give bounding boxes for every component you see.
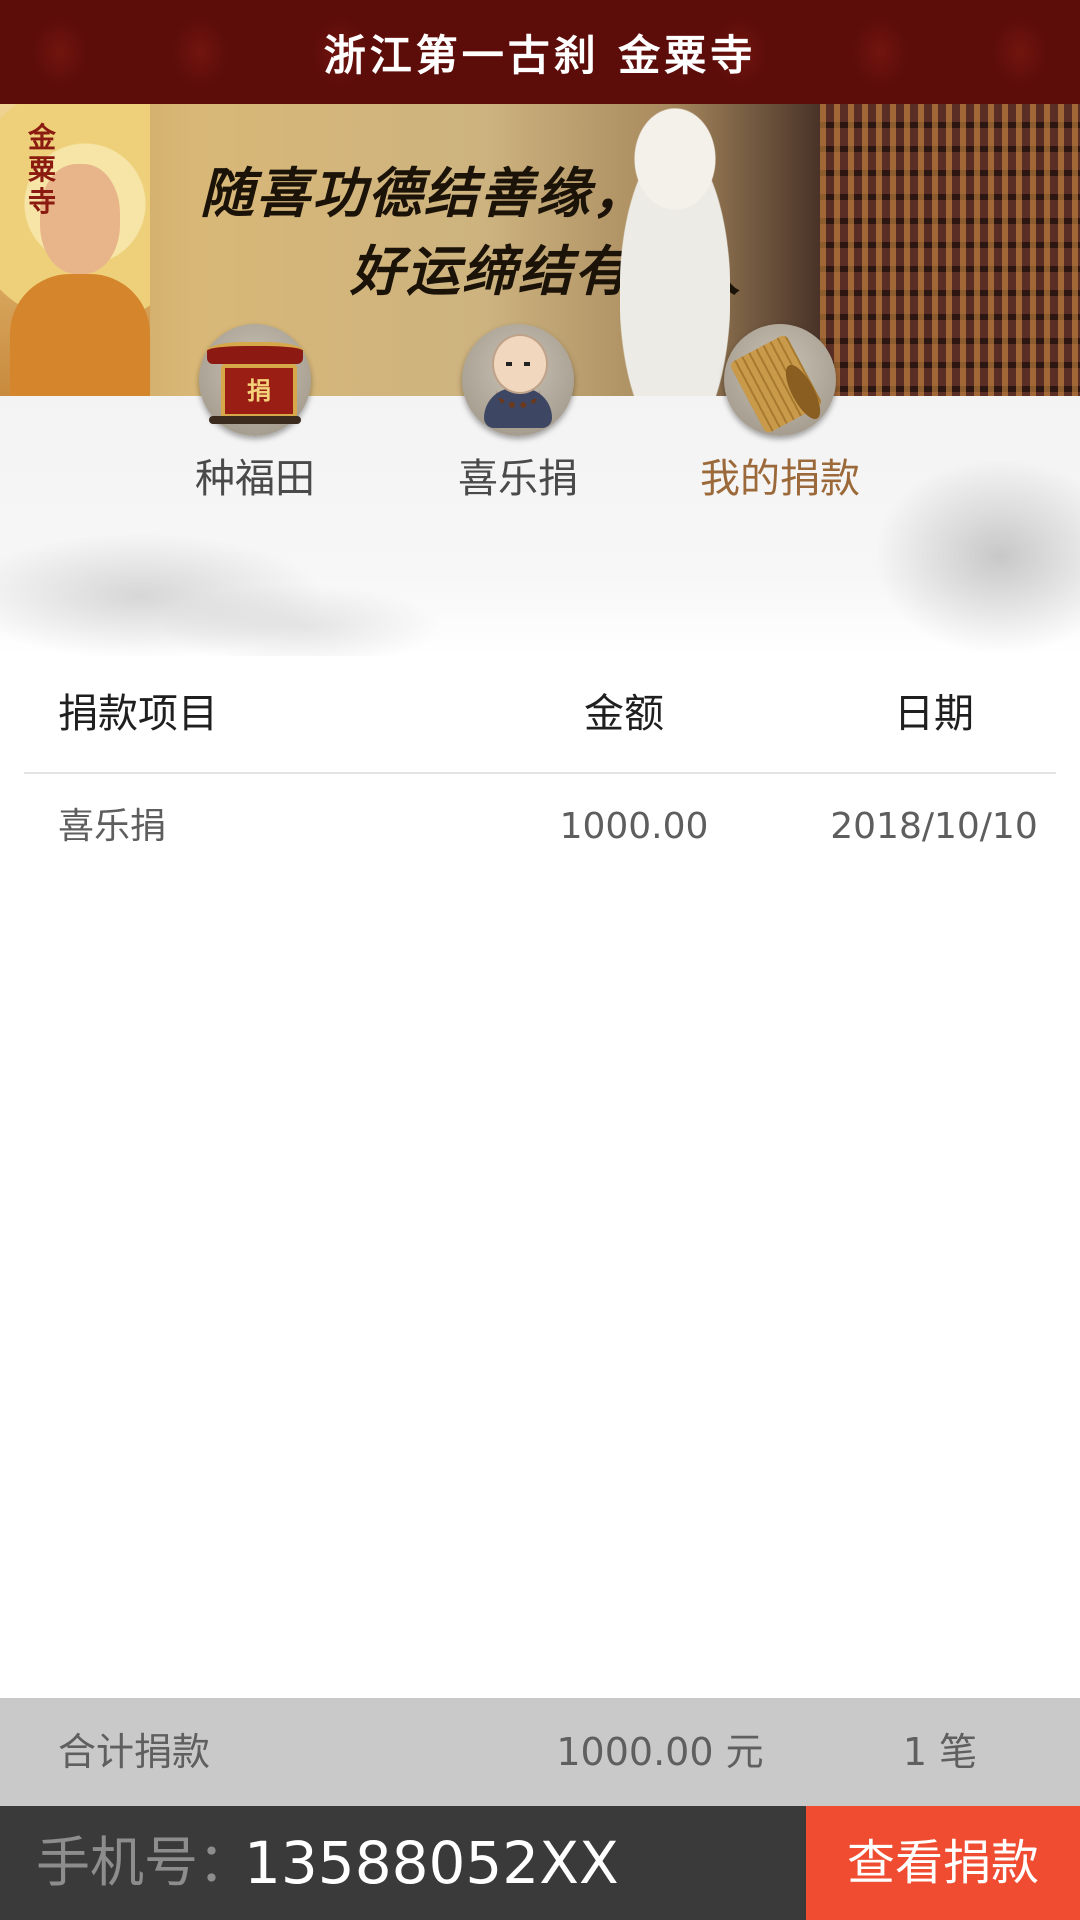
donation-amount: 1000.00 bbox=[559, 806, 709, 847]
app-header: 浙江第一古刹 金粟寺 bbox=[0, 0, 1080, 104]
summary-bar: 合计捐款 1000.00 元 1 笔 bbox=[0, 1698, 1080, 1806]
temple-logo: 金粟寺 bbox=[28, 121, 57, 218]
tab-label: 喜乐捐 bbox=[458, 456, 578, 502]
donation-item: 喜乐捐 bbox=[58, 806, 167, 847]
buddha-image: 金粟寺 bbox=[0, 104, 150, 396]
phone-label: 手机号： bbox=[36, 1831, 252, 1894]
tab-label: 种福田 bbox=[195, 456, 315, 502]
table-row: 喜乐捐 1000.00 2018/10/10 bbox=[24, 774, 1056, 890]
column-header-date: 日期 bbox=[894, 691, 974, 737]
donation-date: 2018/10/10 bbox=[830, 806, 1038, 847]
tab-zhongfutian[interactable]: 捐 种福田 bbox=[155, 324, 355, 504]
column-header-amount: 金额 bbox=[584, 691, 664, 737]
table-header-row: 捐款项目 金额 日期 bbox=[24, 656, 1056, 774]
summary-count: 1 笔 bbox=[902, 1730, 978, 1774]
monk-icon bbox=[462, 324, 574, 436]
footer-bar: 手机号： 13588052XX 查看捐款 bbox=[0, 1806, 1080, 1920]
tab-xilejuan[interactable]: 喜乐捐 bbox=[418, 324, 618, 504]
page-title: 浙江第一古刹 金粟寺 bbox=[323, 30, 757, 80]
tab-my-donations[interactable]: 我的捐款 bbox=[680, 324, 880, 504]
donations-table: 捐款项目 金额 日期 喜乐捐 1000.00 2018/10/10 bbox=[0, 656, 1080, 890]
summary-amount: 1000.00 元 bbox=[556, 1730, 764, 1774]
summary-label: 合计捐款 bbox=[58, 1730, 211, 1774]
tab-bar: 捐 种福田 喜乐捐 我的捐款 bbox=[0, 324, 1080, 656]
motto-line-1: 随喜功德结善缘， bbox=[200, 161, 648, 225]
column-header-item: 捐款项目 bbox=[58, 691, 218, 737]
scroll-icon bbox=[724, 324, 836, 436]
shrine-donation-icon: 捐 bbox=[199, 324, 311, 436]
tab-label: 我的捐款 bbox=[700, 456, 860, 502]
buddha-robe bbox=[10, 274, 150, 396]
view-donations-button[interactable]: 查看捐款 bbox=[806, 1806, 1080, 1920]
phone-number: 13588052XX bbox=[244, 1829, 619, 1897]
